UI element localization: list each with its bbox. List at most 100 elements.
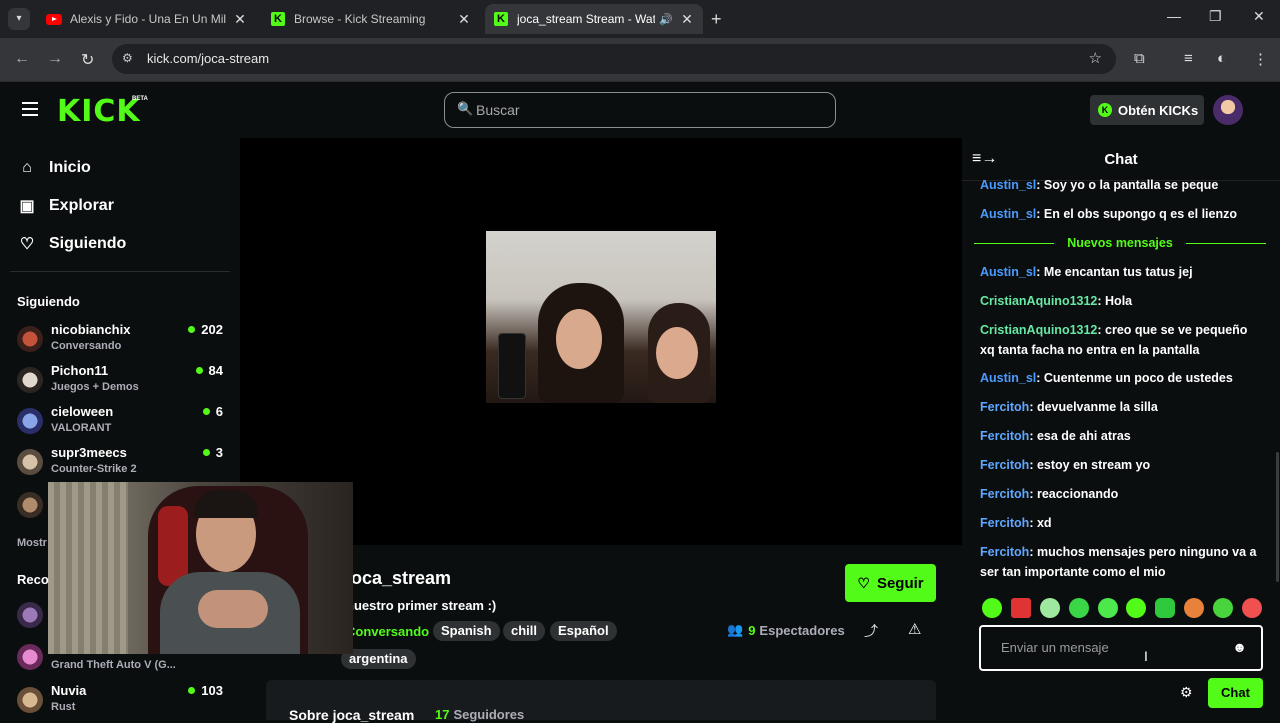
channel-avatar[interactable] [17,602,43,628]
restore-icon[interactable]: ❐ [1209,8,1222,25]
chat-message: Fercitoh: estoy en stream yo [980,458,1151,472]
chat-message: Fercitoh: esa de ahi atras [980,429,1131,443]
url-input[interactable]: ⚙ kick.com/joca-stream ☆ [112,44,1116,74]
heart-icon: ♡ [857,574,870,591]
media-control-icon[interactable]: ≡ [1184,50,1193,67]
browser-tab-joca-stream[interactable]: K joca_stream Stream - Watch 🔊 ✕ [485,4,703,34]
sidebar-channel[interactable]: supr3meecs Counter-Strike 2 3 [17,445,227,485]
emote-icon[interactable] [1184,598,1205,618]
chat-send-button[interactable]: Chat [1208,678,1263,708]
show-more-link[interactable]: Mostr [17,537,47,549]
webcam-overlay [48,482,353,654]
emote-icon[interactable] [1213,598,1233,618]
browser-tab-youtube[interactable]: Alexis y Fido - Una En Un Millón ✕ [38,4,256,34]
emote-icon[interactable] [1241,598,1262,618]
sidebar-divider [10,271,230,272]
channel-category: Grand Theft Auto V (G... [51,659,176,671]
viewer-count: 👥 9 Espectadores [727,622,845,638]
following-section-title: Siguiendo [17,294,80,309]
users-icon: 👥 [727,622,744,637]
chat-message: Fercitoh: reaccionando [980,487,1119,501]
chat-scrollbar[interactable] [1276,452,1279,582]
chat-message: Austin_sl: En el obs supongo q es el lie… [980,207,1237,221]
category-link[interactable]: Conversando [346,624,429,639]
close-tab-icon[interactable]: ✕ [456,11,472,28]
sidebar-item-inicio[interactable]: ⌂ Inicio [18,159,91,177]
chat-message: Austin_sl: Cuentenme un poco de ustedes [980,371,1233,385]
chat-message: Fercitoh: muchos mensajes pero ninguno v… [980,545,1257,579]
minimize-icon[interactable]: — [1167,8,1181,24]
about-panel: Sobre joca_stream 17 Seguidores [266,680,936,723]
sidebar-channel[interactable]: Nuvia Rust 103 [17,683,227,723]
sidebar-channel[interactable]: Pichon11 Juegos + Demos 84 [17,363,227,403]
new-tab-icon[interactable]: + [711,9,722,30]
site-header: KICK BETA 🔍 Buscar K Obtén KICKs [0,82,1280,138]
youtube-icon [46,11,62,27]
chat-settings-icon[interactable]: ⚙ [1180,684,1193,701]
forward-icon[interactable]: → [47,50,63,68]
sidebar-channel[interactable]: cieloween VALORANT 6 [17,404,227,444]
back-icon[interactable]: ← [14,50,30,68]
chat-message: CristianAquino1312: Hola [980,294,1133,308]
close-window-icon[interactable]: ✕ [1253,8,1265,25]
home-icon: ⌂ [22,159,32,176]
emote-icon[interactable] [1155,598,1176,618]
chat-panel: ≡→ Chat Austin_sl: Soy yo o la pantalla … [962,138,1280,720]
share-icon[interactable]: ⤴ [864,621,878,641]
tab-search-button[interactable]: ▾ [8,8,30,30]
channel-avatar[interactable] [17,644,43,670]
emote-icon[interactable] [982,598,1002,618]
heart-icon: ♡ [19,236,35,253]
emote-icon[interactable] [1010,598,1031,618]
close-tab-icon[interactable]: ✕ [679,11,695,28]
channel-avatar [17,408,43,434]
emote-icon[interactable] [1039,598,1060,618]
chat-message: Austin_sl: Soy yo o la pantalla se peque [980,178,1219,192]
hamburger-menu-icon[interactable] [22,102,38,120]
tag[interactable]: Spanish [433,621,500,641]
tag[interactable]: Español [550,621,617,641]
sidebar-channel[interactable]: nicobianchix Conversando 202 [17,322,227,362]
emote-icon[interactable] [1068,598,1089,618]
browser-tab-kick-browse[interactable]: K Browse - Kick Streaming ✕ [262,4,480,34]
stream-subtitle: nuestro primer stream :) [346,598,497,613]
profile-icon[interactable]: ◐ [1217,50,1226,67]
extensions-icon[interactable]: ⧉ [1134,50,1145,67]
stream-video-frame [486,231,716,403]
channel-avatar [17,367,43,393]
kick-logo[interactable]: KICK [57,94,141,129]
address-bar-row: ← → ↻ ⚙ kick.com/joca-stream ☆ ⧉ ≡ ◐ ⋮ [0,38,1280,82]
recommended-section-title: Reco [17,572,49,587]
search-input[interactable]: 🔍 Buscar [444,92,836,128]
follow-button[interactable]: ♡ Seguir [845,564,936,602]
emote-icon[interactable] [1126,598,1147,618]
new-messages-divider[interactable]: Nuevos mensajes [974,234,1266,252]
chat-message: Austin_sl: Me encantan tus tatus jej [980,265,1193,279]
sidebar-item-siguiendo[interactable]: ♡ Siguiendo [18,234,127,254]
tag[interactable]: chill [503,621,546,641]
emote-icon[interactable] [1097,598,1118,618]
browser-menu-icon[interactable]: ⋮ [1253,50,1268,68]
bookmark-star-icon[interactable]: ☆ [1089,49,1102,67]
speaker-icon[interactable]: 🔊 [659,13,673,26]
search-icon: 🔍 [457,101,474,116]
sidebar-item-explorar[interactable]: ▣ Explorar [18,196,113,216]
site-info-icon[interactable]: ⚙ [122,51,133,65]
chat-message-input[interactable]: Enviar un mensaje ☻ [979,625,1263,671]
reload-icon[interactable]: ↻ [81,50,94,70]
emote-bar [982,598,1262,620]
channel-avatar [17,687,43,713]
text-cursor-icon: I [1144,648,1148,664]
close-tab-icon[interactable]: ✕ [232,11,248,28]
kicks-coin-icon: K [1098,103,1112,117]
get-kicks-button[interactable]: K Obtén KICKs [1090,95,1204,125]
channel-avatar[interactable] [17,492,43,518]
chat-message: CristianAquino1312: creo que se ve peque… [980,323,1248,357]
browse-icon: ▣ [19,198,35,215]
channel-avatar [17,326,43,352]
user-avatar[interactable] [1213,95,1243,125]
report-icon[interactable]: ⚠ [908,620,921,638]
chat-message: Fercitoh: devuelvanme la silla [980,400,1158,414]
emoji-picker-icon[interactable]: ☻ [1232,639,1247,655]
kick-icon: K [493,11,509,27]
